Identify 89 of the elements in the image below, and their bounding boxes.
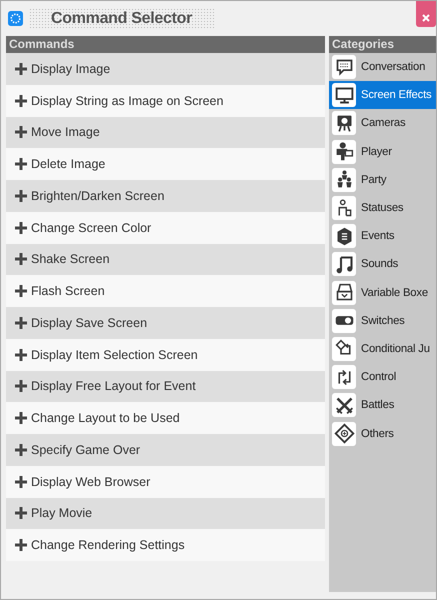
category-label: Conversation: [361, 61, 426, 74]
category-label: Sounds: [361, 258, 398, 270]
command-item[interactable]: Display Save Screen: [6, 307, 325, 339]
command-label: Change Rendering Settings: [31, 538, 185, 552]
command-item[interactable]: Display Image: [6, 53, 325, 85]
category-item[interactable]: Statuses: [329, 194, 436, 222]
speech-bubble-icon: [334, 56, 354, 78]
diamond-plus-icon: [334, 423, 354, 444]
category-item[interactable]: Cameras: [329, 109, 436, 138]
category-label: Control: [361, 371, 396, 384]
plus-icon: [15, 285, 27, 298]
command-item[interactable]: Display String as Image on Screen: [6, 84, 325, 116]
plus-icon: [15, 476, 27, 488]
plus-icon: [15, 126, 27, 138]
plus-icon: [15, 412, 27, 424]
window-title: Command Selector: [29, 8, 214, 30]
command-item[interactable]: Display Item Selection Screen: [6, 338, 325, 370]
category-item[interactable]: Screen Effects: [329, 81, 436, 110]
command-label: Display Web Browser: [31, 474, 150, 489]
category-item[interactable]: Player: [329, 138, 436, 166]
command-label: Change Layout to be Used: [31, 411, 180, 426]
plus-icon: [15, 222, 27, 234]
command-label: Specify Game Over: [31, 442, 140, 457]
category-item[interactable]: Conversation: [329, 53, 436, 82]
command-label: Play Movie: [31, 506, 92, 520]
app-icon: [8, 11, 23, 26]
command-label: Display Save Screen: [31, 316, 148, 330]
close-icon: [421, 13, 431, 23]
plus-icon: [15, 348, 27, 361]
category-label: Conditional Ju: [361, 342, 430, 355]
command-item[interactable]: Move Image: [6, 116, 325, 148]
category-item[interactable]: Control: [329, 363, 436, 392]
crossed-swords-icon: [334, 394, 354, 416]
category-item[interactable]: Party: [329, 166, 436, 194]
music-note-icon: [334, 254, 354, 275]
command-item[interactable]: Change Rendering Settings: [6, 529, 325, 561]
command-label: Display Item Selection Screen: [31, 348, 198, 362]
command-label: Display Free Layout for Event: [31, 379, 196, 394]
plus-icon: [15, 539, 27, 552]
category-item[interactable]: Sounds: [329, 250, 436, 278]
command-label: Move Image: [31, 125, 100, 140]
plus-icon: [15, 94, 27, 107]
category-label: Cameras: [361, 117, 406, 130]
command-label: Flash Screen: [31, 284, 105, 298]
category-item[interactable]: Events: [329, 222, 436, 250]
command-item[interactable]: Change Screen Color: [6, 212, 325, 244]
category-label: Switches: [361, 314, 405, 327]
command-label: Delete Image: [31, 157, 106, 172]
plus-icon: [15, 190, 27, 202]
category-item[interactable]: Others: [329, 419, 436, 448]
plus-icon: [15, 507, 27, 520]
category-item[interactable]: Battles: [329, 391, 436, 420]
command-item[interactable]: Delete Image: [6, 148, 325, 180]
command-item[interactable]: Display Free Layout for Event: [6, 370, 325, 402]
command-item[interactable]: Specify Game Over: [6, 434, 325, 466]
category-item[interactable]: Switches: [329, 306, 436, 335]
category-label: Party: [361, 174, 386, 186]
monitor-icon: [334, 84, 354, 106]
command-item[interactable]: Shake Screen: [6, 244, 325, 276]
close-button[interactable]: [416, 1, 436, 27]
categories-header: Categories: [329, 36, 436, 53]
category-item[interactable]: Variable Boxe: [329, 278, 436, 307]
plus-icon: [15, 253, 27, 266]
plus-icon: [15, 62, 27, 75]
plus-icon: [15, 316, 27, 329]
command-item[interactable]: Flash Screen: [6, 275, 325, 307]
command-label: Shake Screen: [31, 252, 110, 266]
category-label: Variable Boxe: [361, 286, 428, 299]
plus-icon: [15, 444, 27, 456]
command-label: Display String as Image on Screen: [31, 94, 224, 108]
command-item[interactable]: Play Movie: [6, 498, 325, 530]
box-icon: [334, 282, 354, 304]
category-label: Screen Effects: [361, 89, 432, 102]
command-label: Display Image: [31, 62, 110, 76]
category-item[interactable]: Conditional Ju: [329, 334, 436, 364]
plus-icon: [15, 158, 27, 170]
command-label: Brighten/Darken Screen: [31, 188, 164, 203]
command-item[interactable]: Change Layout to be Used: [6, 402, 325, 434]
category-label: Events: [361, 230, 394, 242]
category-label: Battles: [361, 399, 394, 412]
plus-icon: [15, 380, 27, 392]
commands-header: Commands: [6, 36, 325, 53]
person-icon: [334, 141, 354, 162]
command-label: Change Screen Color: [31, 220, 152, 235]
command-item[interactable]: Display Web Browser: [6, 466, 325, 498]
command-item[interactable]: Brighten/Darken Screen: [6, 180, 325, 212]
category-label: Others: [361, 428, 394, 440]
category-label: Player: [361, 146, 392, 158]
category-label: Statuses: [361, 202, 404, 214]
